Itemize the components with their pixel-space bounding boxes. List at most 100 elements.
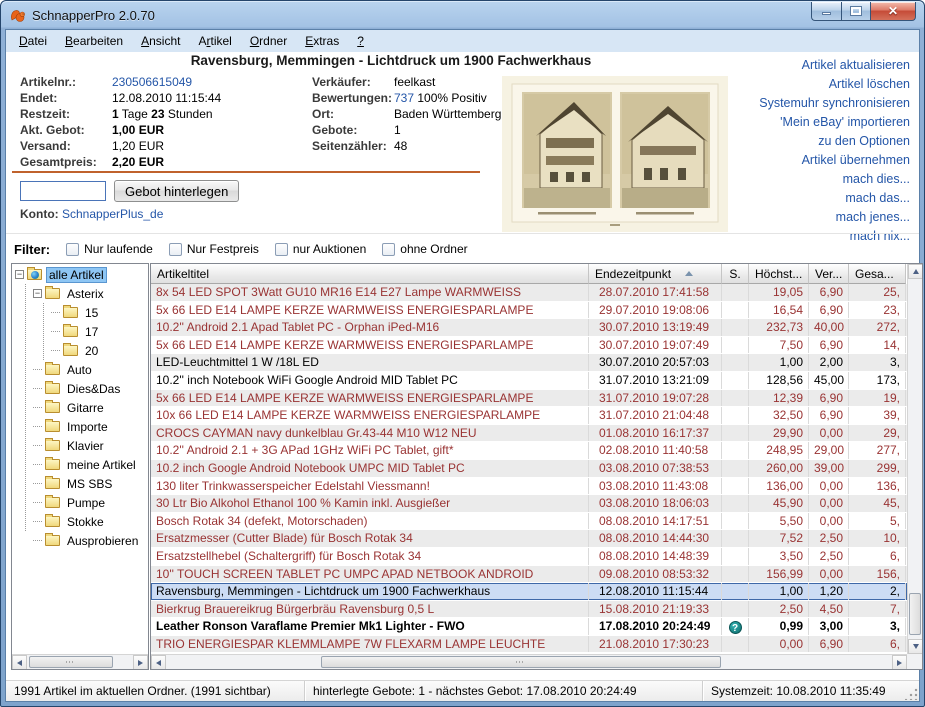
action-link-artikel-ubernehmen[interactable]: Artikel übernehmen	[680, 151, 910, 170]
column-header-gesa[interactable]: Gesa...	[849, 264, 906, 284]
menu-item-ordner[interactable]: Ordner	[241, 31, 296, 51]
verkaeufer-label: Verkäufer:	[312, 74, 394, 90]
tree-item-gitarre[interactable]: Gitarre	[12, 398, 148, 417]
tree-item-auto[interactable]: Auto	[12, 360, 148, 379]
action-link-artikel-loschen[interactable]: Artikel löschen	[680, 75, 910, 94]
scroll-down-button[interactable]	[908, 639, 923, 654]
title-bar[interactable]: SchnapperPro 2.0.70 ✕	[1, 1, 924, 29]
action-link-artikel-aktualisieren[interactable]: Artikel aktualisieren	[680, 56, 910, 75]
table-row[interactable]: 10.2'' Android 2.1 + 3G APad 1GHz WiFi P…	[151, 442, 907, 460]
bid-amount-input[interactable]	[20, 181, 106, 201]
table-row[interactable]: LED-Leuchtmittel 1 W /18L ED30.07.2010 2…	[151, 354, 907, 372]
cell-s: ?	[722, 618, 749, 635]
minimize-button[interactable]	[811, 2, 841, 21]
cell-artikeltitel: CROCS CAYMAN navy dunkelblau Gr.43-44 M1…	[151, 425, 589, 442]
tree-item-meine-artikel[interactable]: meine Artikel	[12, 455, 148, 474]
menu-item-extras[interactable]: Extras	[296, 31, 348, 51]
tree-item-label: meine Artikel	[64, 457, 139, 473]
table-row[interactable]: 8x 54 LED SPOT 3Watt GU10 MR16 E14 E27 L…	[151, 284, 907, 302]
tree-item-klavier[interactable]: Klavier	[12, 436, 148, 455]
collapse-expander-icon[interactable]: −	[15, 270, 24, 279]
tree-item-alle-artikel[interactable]: −alle Artikel	[12, 265, 148, 284]
table-vscrollbar[interactable]	[907, 264, 922, 654]
tree-item-pumpe[interactable]: Pumpe	[12, 493, 148, 512]
tree-item-stokke[interactable]: Stokke	[12, 512, 148, 531]
table-row[interactable]: Ravensburg, Memmingen - Lichtdruck um 19…	[151, 583, 907, 601]
hscroll-thumb[interactable]	[321, 656, 721, 668]
tree-item-ms-sbs[interactable]: MS SBS	[12, 474, 148, 493]
checkbox-icon[interactable]	[169, 243, 182, 256]
scroll-left-button[interactable]	[12, 655, 27, 670]
tree-item-17[interactable]: 17	[12, 322, 148, 341]
scroll-left-button[interactable]	[151, 655, 166, 670]
scroll-right-button[interactable]	[892, 655, 907, 670]
filter-option-nur-festpreis[interactable]: Nur Festpreis	[169, 242, 259, 256]
cell-versand: 0,00	[809, 566, 849, 583]
column-header-ver[interactable]: Ver...	[809, 264, 849, 284]
tree-item-20[interactable]: 20	[12, 341, 148, 360]
action-link-mach-jenes[interactable]: mach jenes...	[680, 208, 910, 227]
table-row[interactable]: 10'' TOUCH SCREEN TABLET PC UMPC APAD NE…	[151, 566, 907, 584]
tree-hscrollbar[interactable]	[12, 654, 148, 669]
tree-item-importe[interactable]: Importe	[12, 417, 148, 436]
table-row[interactable]: 10.2'' Android 2.1 Apad Tablet PC - Orph…	[151, 319, 907, 337]
close-button[interactable]: ✕	[870, 2, 916, 21]
cell-hoechst: 16,54	[749, 302, 809, 319]
table-row[interactable]: CROCS CAYMAN navy dunkelblau Gr.43-44 M1…	[151, 425, 907, 443]
checkbox-icon[interactable]	[275, 243, 288, 256]
table-row[interactable]: Bierkrug Brauereikrug Bürgerbräu Ravensb…	[151, 601, 907, 619]
table-row[interactable]: 5x 66 LED E14 LAMPE KERZE WARMWEISS ENER…	[151, 302, 907, 320]
table-hscrollbar[interactable]	[151, 654, 907, 669]
place-bid-button[interactable]: Gebot hinterlegen	[114, 180, 239, 202]
column-header-artikeltitel[interactable]: Artikeltitel	[151, 264, 589, 284]
table-row[interactable]: Bosch Rotak 34 (defekt, Motorschaden)08.…	[151, 513, 907, 531]
action-link-mein-ebay-importieren[interactable]: 'Mein eBay' importieren	[680, 113, 910, 132]
table-row[interactable]: 30 Ltr Bio Alkohol Ethanol 100 % Kamin i…	[151, 495, 907, 513]
table-row[interactable]: Leather Ronson Varaflame Premier Mk1 Lig…	[151, 618, 907, 636]
vscroll-thumb[interactable]	[909, 593, 921, 635]
filter-option-nur-laufende[interactable]: Nur laufende	[66, 242, 153, 256]
tree-item-15[interactable]: 15	[12, 303, 148, 322]
arrow-right-icon	[897, 660, 902, 666]
table-row[interactable]: 10.2 inch Google Android Notebook UMPC M…	[151, 460, 907, 478]
filter-option-nur-auktionen[interactable]: nur Auktionen	[275, 242, 366, 256]
menu-item-bearbeiten[interactable]: Bearbeiten	[56, 31, 132, 51]
filter-option-ohne-ordner[interactable]: ohne Ordner	[382, 242, 467, 256]
table-row[interactable]: 130 liter Trinkwasserspeicher Edelstahl …	[151, 478, 907, 496]
action-link-systemuhr-synchronisieren[interactable]: Systemuhr synchronisieren	[680, 94, 910, 113]
column-header-s[interactable]: S.	[722, 264, 749, 284]
tree-item-ausprobieren[interactable]: Ausprobieren	[12, 531, 148, 550]
table-row[interactable]: 5x 66 LED E14 LAMPE KERZE WARMWEISS ENER…	[151, 390, 907, 408]
action-link-zu-den-optionen[interactable]: zu den Optionen	[680, 132, 910, 151]
konto-account-link[interactable]: SchnapperPlus_de	[62, 207, 163, 221]
action-link-mach-nix[interactable]: mach nix...	[680, 227, 910, 246]
collapse-expander-icon[interactable]: −	[33, 289, 42, 298]
scroll-up-button[interactable]	[908, 264, 923, 279]
column-header-hochst[interactable]: Höchst...	[749, 264, 809, 284]
tree-item-dies-das[interactable]: Dies&Das	[12, 379, 148, 398]
menu-item-artikel[interactable]: Artikel	[189, 31, 240, 51]
hscroll-thumb[interactable]	[29, 656, 113, 668]
maximize-button[interactable]	[841, 2, 870, 21]
artikelnr-link[interactable]: 230506615049	[112, 75, 192, 89]
cell-s	[722, 354, 749, 371]
table-row[interactable]: 5x 66 LED E14 LAMPE KERZE WARMWEISS ENER…	[151, 337, 907, 355]
resize-grip[interactable]	[905, 687, 918, 700]
action-link-mach-dies[interactable]: mach dies...	[680, 170, 910, 189]
checkbox-icon[interactable]	[382, 243, 395, 256]
table-row[interactable]: Ersatzmesser (Cutter Blade) für Bosch Ro…	[151, 530, 907, 548]
action-link-mach-das[interactable]: mach das...	[680, 189, 910, 208]
table-row[interactable]: 10x 66 LED E14 LAMPE KERZE WARMWEISS ENE…	[151, 407, 907, 425]
tree-item-asterix[interactable]: −Asterix	[12, 284, 148, 303]
menu-item-help[interactable]: ?	[348, 31, 373, 51]
column-header-endezeitpunkt[interactable]: Endezeitpunkt	[589, 264, 722, 284]
table-row[interactable]: Ersatzstellhebel (Schaltergriff) für Bos…	[151, 548, 907, 566]
bewertungen-link[interactable]: 737	[394, 91, 414, 105]
menu-item-ansicht[interactable]: Ansicht	[132, 31, 189, 51]
cell-s	[722, 390, 749, 407]
table-row[interactable]: TRIO ENERGIESPAR KLEMMLAMPE 7W FLEXARM L…	[151, 636, 907, 654]
menu-item-datei[interactable]: Datei	[10, 31, 56, 51]
checkbox-icon[interactable]	[66, 243, 79, 256]
table-row[interactable]: 10.2'' inch Notebook WiFi Google Android…	[151, 372, 907, 390]
scroll-right-button[interactable]	[133, 655, 148, 670]
